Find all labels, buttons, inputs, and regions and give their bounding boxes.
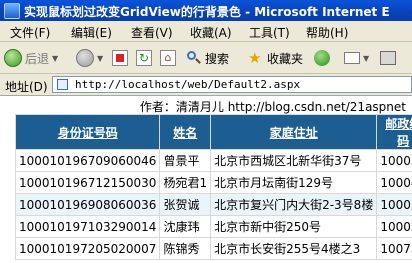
cell-postcode: 100027 — [376, 215, 412, 238]
mail-button[interactable]: ▼ — [344, 47, 369, 69]
author-line: 作者：清清月儿 http://blog.csdn.net/21aspnet — [139, 100, 406, 114]
print-button[interactable] — [380, 47, 396, 69]
cell-address: 北京市长安街255号4楼之3 — [210, 237, 378, 260]
table-row-highlighted[interactable]: 100010196908060036 张贺诚 北京市复兴门内大街2-3号8楼 1… — [14, 193, 412, 216]
media-button[interactable] — [314, 47, 330, 69]
stop-icon — [112, 50, 128, 66]
cell-name: 陈锦秀 — [159, 237, 212, 260]
toolbar: 后退 ▼ ▼ ↻ ⌂ 搜索 ★ 收藏夹 ▼ — [0, 42, 412, 74]
page-content: 作者：清清月儿 http://blog.csdn.net/21aspnet 身份… — [0, 96, 412, 263]
title-bar: 实现鼠标划过改变GridView的行背景色 - Microsoft Intern… — [0, 0, 412, 21]
menu-favorites[interactable]: 收藏(A) — [190, 24, 232, 41]
print-icon — [380, 51, 396, 65]
table-row[interactable]: 100010197103290014 沈康玮 北京市新中街250号 100027 — [14, 215, 412, 238]
search-button[interactable]: 搜索 — [186, 47, 229, 69]
cell-id: 100010196709060046 — [14, 149, 161, 172]
table-row[interactable]: 100010196712150030 杨宛君1 北京市月坛南街129号 1000… — [14, 171, 412, 194]
cell-postcode: 100045 — [376, 171, 412, 194]
menu-file[interactable]: 文件(F) — [10, 24, 50, 41]
table-header-row: 身份证号码 姓名 家庭住址 邮政编码 — [14, 114, 412, 150]
back-button[interactable]: 后退 ▼ — [4, 47, 58, 69]
refresh-button[interactable]: ↻ — [136, 47, 152, 69]
cell-name: 沈康玮 — [159, 215, 212, 238]
forward-button[interactable]: ▼ — [76, 47, 103, 69]
cell-id: 100010196908060036 — [14, 193, 161, 216]
search-icon — [186, 50, 202, 66]
stop-button[interactable] — [112, 47, 128, 69]
table-row[interactable]: 100010197205020007 陈锦秀 北京市长安街255号4楼之3 10… — [14, 237, 412, 260]
address-label: 地址(D) — [5, 80, 48, 94]
table-row[interactable]: 100010196709060046 曾景平 北京市西城区北新华街37号 100… — [14, 149, 412, 172]
search-label: 搜索 — [205, 51, 230, 66]
back-arrow-icon — [4, 49, 22, 67]
star-icon: ★ — [248, 49, 262, 67]
mail-icon — [344, 52, 360, 64]
address-input[interactable]: http://localhost/web/Default2.aspx — [52, 76, 412, 93]
chevron-down-icon: ▼ — [363, 53, 370, 63]
cell-address: 北京市新中街250号 — [210, 215, 378, 238]
menu-help[interactable]: 帮助(H) — [306, 24, 348, 41]
menu-edit[interactable]: 编辑(E) — [71, 24, 112, 41]
column-header-name[interactable]: 姓名 — [159, 114, 212, 150]
menu-bar: 文件(F) 编辑(E) 查看(V) 收藏(A) 工具(T) 帮助(H) — [0, 21, 412, 42]
cell-id: 100010197103290014 — [14, 215, 161, 238]
cell-address: 北京市西城区北新华街37号 — [210, 149, 378, 172]
column-header-address[interactable]: 家庭住址 — [210, 114, 378, 150]
refresh-icon: ↻ — [136, 50, 152, 66]
menu-view[interactable]: 查看(V) — [131, 24, 173, 41]
cell-name: 曾景平 — [159, 149, 212, 172]
media-icon — [314, 50, 330, 66]
menu-tools[interactable]: 工具(T) — [249, 24, 290, 41]
home-icon: ⌂ — [160, 50, 176, 66]
chevron-down-icon: ▼ — [97, 53, 104, 63]
cell-address: 北京市月坛南街129号 — [210, 171, 378, 194]
ie-app-icon — [4, 3, 20, 19]
chevron-down-icon: ▼ — [52, 53, 59, 63]
address-url: http://localhost/web/Default2.aspx — [75, 78, 301, 91]
forward-arrow-icon — [76, 49, 94, 67]
cell-address: 北京市复兴门内大街2-3号8楼 — [210, 193, 378, 216]
column-header-postcode[interactable]: 邮政编码 — [376, 114, 412, 150]
cell-name: 张贺诚 — [159, 193, 212, 216]
home-button[interactable]: ⌂ — [160, 47, 176, 69]
cell-name: 杨宛君1 — [159, 171, 212, 194]
page-icon — [57, 79, 68, 90]
favorites-label: 收藏夹 — [267, 51, 304, 66]
gridview-table: 身份证号码 姓名 家庭住址 邮政编码 100010196709060046 曾景… — [14, 114, 412, 260]
cell-id: 100010196712150030 — [14, 171, 161, 194]
window-title: 实现鼠标划过改变GridView的行背景色 - Microsoft Intern… — [24, 5, 390, 19]
back-label: 后退 — [25, 51, 50, 66]
address-bar: 地址(D) http://localhost/web/Default2.aspx — [0, 74, 412, 96]
column-header-id[interactable]: 身份证号码 — [14, 114, 161, 150]
cell-id: 100010197205020007 — [14, 237, 161, 260]
favorites-button[interactable]: ★ 收藏夹 — [248, 47, 303, 69]
cell-postcode: 100031 — [376, 149, 412, 172]
cell-postcode: 100731 — [376, 237, 412, 260]
cell-postcode: 100036 — [376, 193, 412, 216]
